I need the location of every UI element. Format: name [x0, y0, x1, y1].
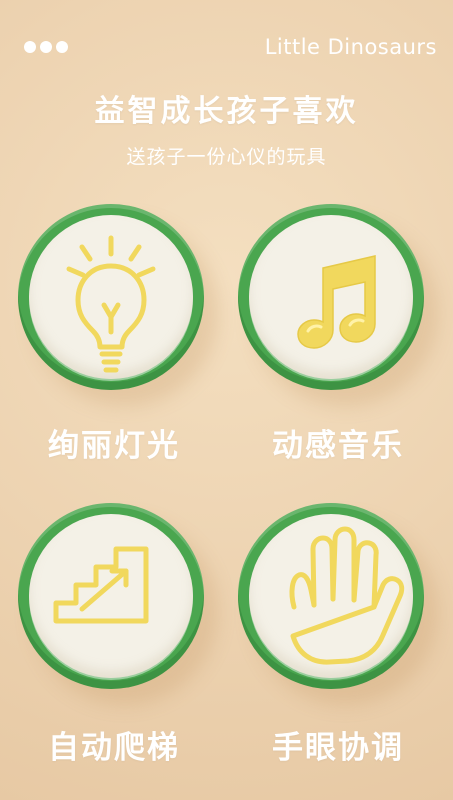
menu-dot	[40, 41, 52, 53]
stairs-icon	[53, 546, 149, 624]
hero-title: 益智成长孩子喜欢	[94, 94, 359, 129]
light-feature-button[interactable]	[18, 204, 204, 390]
music-feature-label: 动感音乐	[272, 428, 404, 464]
menu-dot	[24, 41, 36, 53]
hand-eye-feature-label: 手眼协调	[272, 730, 404, 766]
light-feature-label: 绚丽灯光	[48, 428, 180, 464]
hand-eye-feature-button[interactable]	[238, 503, 424, 689]
hand-icon	[289, 526, 405, 665]
music-feature-button[interactable]	[238, 204, 424, 390]
climb-feature-label: 自动爬梯	[48, 730, 180, 766]
music-note-icon	[297, 255, 376, 349]
hero-subtitle: 送孩子一份心仪的玩具	[126, 146, 327, 168]
lightbulb-icon	[66, 235, 156, 373]
climb-feature-button[interactable]	[18, 503, 204, 689]
menu-dots-icon[interactable]	[24, 41, 68, 53]
menu-dot	[56, 41, 68, 53]
brand-title: Little Dinosaurs	[264, 35, 437, 59]
